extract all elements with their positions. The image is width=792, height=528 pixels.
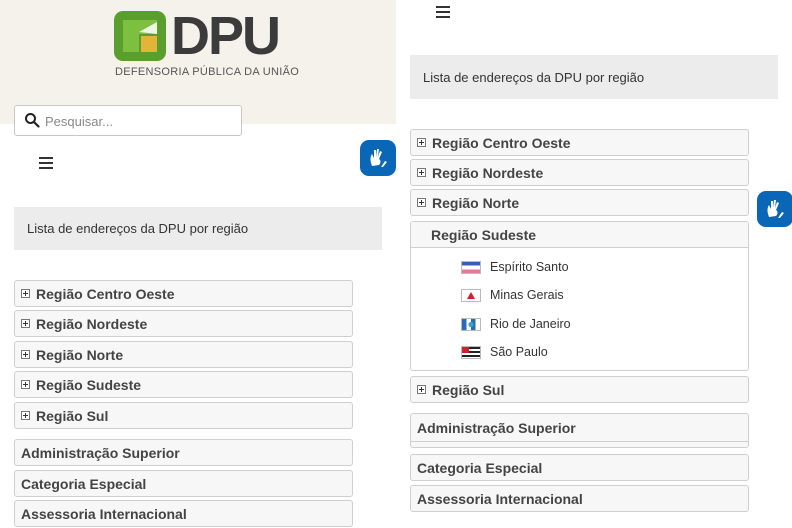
- plus-square-icon: [21, 289, 30, 298]
- accordion-header-sudeste[interactable]: Região Sudeste: [411, 222, 748, 248]
- sao-paulo-flag-icon: [461, 345, 481, 359]
- accordion-regiao-norte[interactable]: Região Norte: [14, 341, 353, 368]
- vlibras-button[interactable]: [360, 140, 396, 176]
- minas-gerais-flag-icon: [461, 288, 481, 302]
- plus-square-icon: [21, 350, 30, 359]
- vlibras-hands-icon: [370, 149, 387, 167]
- state-name: Espírito Santo: [490, 260, 569, 274]
- espirito-santo-flag-icon: [461, 260, 481, 274]
- plus-square-icon: [417, 385, 426, 394]
- accordion-label: Região Centro Oeste: [36, 285, 175, 302]
- dpu-logo-mark-icon: [114, 11, 166, 61]
- section-label: Assessoria Internacional: [21, 505, 187, 522]
- section-label: Administração Superior: [21, 444, 180, 461]
- plus-square-icon: [417, 138, 426, 147]
- accordion-label: Região Norte: [432, 194, 520, 211]
- accordion-label: Região Nordeste: [36, 315, 148, 332]
- accordion-label: Região Sul: [432, 381, 505, 398]
- page-heading: Lista de endereços da DPU por região: [14, 207, 382, 250]
- search-input[interactable]: [45, 110, 235, 132]
- right-screen: Lista de endereços da DPU por região Reg…: [396, 0, 792, 528]
- section-administracao-superior[interactable]: Administração Superior: [410, 413, 749, 448]
- logo-tagline: DEFENSORIA PÚBLICA DA UNIÃO: [115, 66, 300, 78]
- accordion-regiao-sudeste-expanded: Região Sudeste Espírito Santo Minas Gera…: [410, 221, 749, 371]
- section-label: Assessoria Internacional: [417, 490, 583, 507]
- accordion-regiao-sul[interactable]: Região Sul: [410, 376, 749, 403]
- search-box[interactable]: [14, 105, 242, 136]
- state-link-sao-paulo[interactable]: São Paulo: [461, 342, 548, 362]
- plus-square-icon: [417, 168, 426, 177]
- plus-square-icon: [21, 380, 30, 389]
- section-label: Categoria Especial: [417, 459, 543, 476]
- accordion-regiao-centro-oeste[interactable]: Região Centro Oeste: [14, 280, 353, 307]
- state-name: São Paulo: [490, 345, 548, 359]
- state-link-espirito-santo[interactable]: Espírito Santo: [461, 257, 569, 277]
- state-link-minas-gerais[interactable]: Minas Gerais: [461, 285, 564, 305]
- section-administracao-superior[interactable]: Administração Superior: [14, 439, 353, 466]
- section-assessoria-internacional[interactable]: Assessoria Internacional: [410, 485, 749, 512]
- page-heading: Lista de endereços da DPU por região: [410, 55, 778, 99]
- divider: [411, 441, 748, 442]
- page-heading-text: Lista de endereços da DPU por região: [27, 221, 249, 236]
- page-heading-text: Lista de endereços da DPU por região: [423, 69, 645, 85]
- accordion-label: Região Centro Oeste: [432, 134, 571, 151]
- section-categoria-especial[interactable]: Categoria Especial: [410, 454, 749, 481]
- dpu-logo[interactable]: DPU DEFENSORIA PÚBLICA DA UNIÃO: [113, 6, 299, 82]
- search-icon[interactable]: [24, 112, 40, 128]
- state-name: Rio de Janeiro: [490, 317, 571, 331]
- plus-square-icon: [417, 198, 426, 207]
- hamburger-menu-icon[interactable]: [39, 157, 53, 169]
- rio-de-janeiro-flag-icon: [461, 317, 481, 331]
- section-categoria-especial[interactable]: Categoria Especial: [14, 470, 353, 497]
- accordion-regiao-sul[interactable]: Região Sul: [14, 402, 353, 429]
- plus-square-icon: [21, 411, 30, 420]
- state-name: Minas Gerais: [490, 288, 564, 302]
- section-label: Categoria Especial: [21, 475, 147, 492]
- accordion-regiao-sudeste[interactable]: Região Sudeste: [14, 371, 353, 398]
- accordion-regiao-nordeste[interactable]: Região Nordeste: [410, 159, 749, 186]
- accordion-label: Região Norte: [36, 346, 124, 363]
- left-screen: DPU DEFENSORIA PÚBLICA DA UNIÃO Lista de…: [0, 0, 396, 528]
- hamburger-menu-icon[interactable]: [436, 6, 450, 18]
- vlibras-button[interactable]: [757, 191, 792, 227]
- accordion-regiao-centro-oeste[interactable]: Região Centro Oeste: [410, 129, 749, 156]
- accordion-regiao-norte[interactable]: Região Norte: [410, 189, 749, 216]
- vlibras-hands-icon: [767, 200, 784, 218]
- accordion-label: Região Sul: [36, 407, 109, 424]
- section-label: Administração Superior: [417, 420, 576, 436]
- accordion-label: Região Sudeste: [36, 376, 142, 393]
- plus-square-icon: [21, 319, 30, 328]
- accordion-label: Região Sudeste: [431, 226, 537, 243]
- accordion-label: Região Nordeste: [432, 164, 544, 181]
- state-link-rio-de-janeiro[interactable]: Rio de Janeiro: [461, 314, 571, 334]
- accordion-regiao-nordeste[interactable]: Região Nordeste: [14, 310, 353, 337]
- section-assessoria-internacional[interactable]: Assessoria Internacional: [14, 500, 353, 527]
- logo-wordmark: DPU: [171, 6, 281, 66]
